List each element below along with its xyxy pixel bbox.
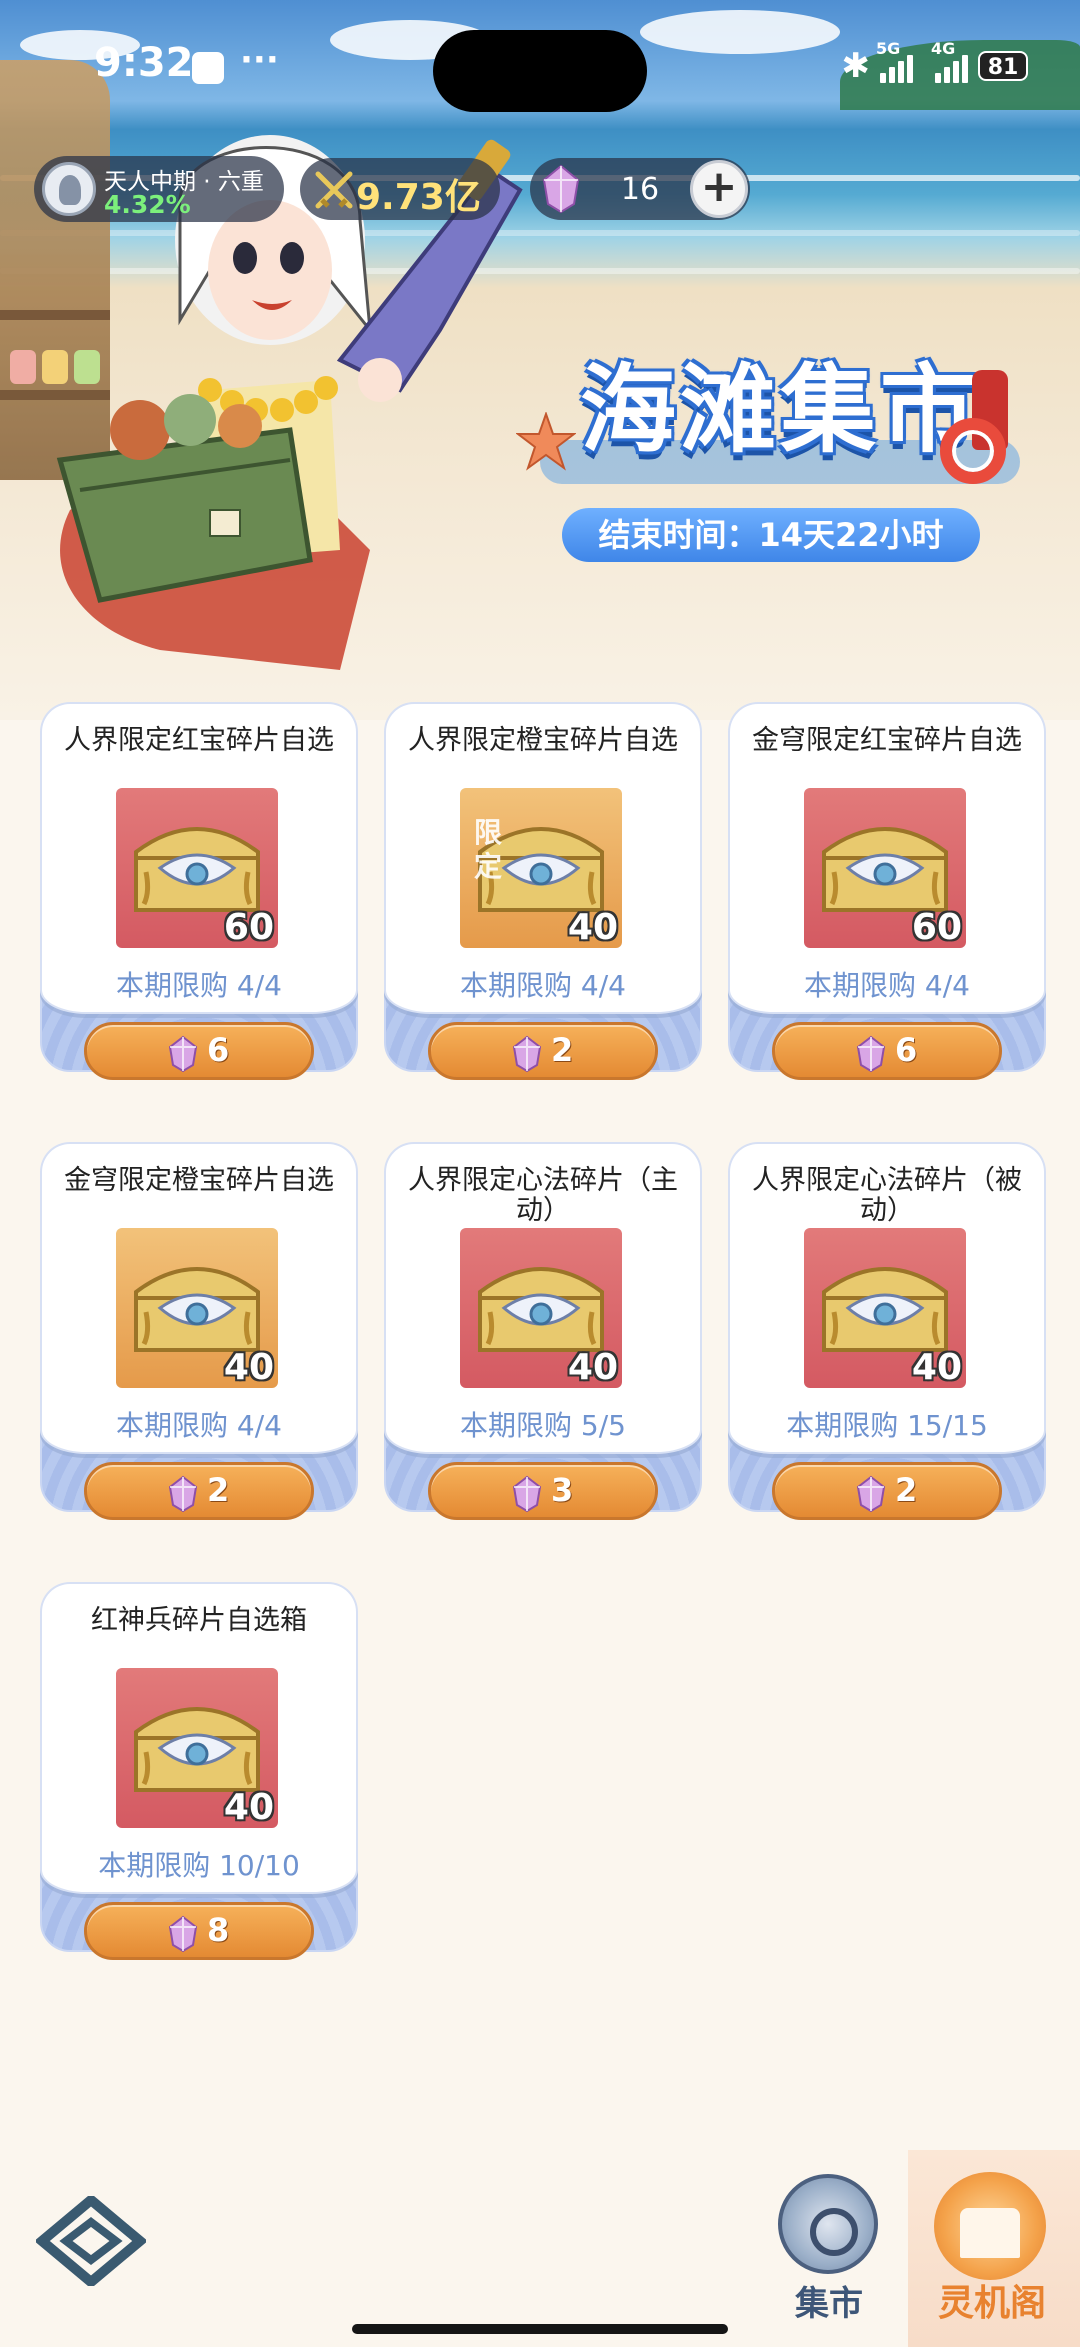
crossed-swords-icon	[315, 171, 353, 209]
shop-item-card[interactable]: 人界限定红宝碎片自选 60 本期限购 4/4 6	[40, 702, 358, 1082]
buy-button[interactable]: 2	[772, 1462, 1002, 1520]
item-title: 金穹限定橙宝碎片自选	[64, 1165, 334, 1196]
lifebuoy-icon	[940, 418, 1006, 484]
item-title: 人界限定红宝碎片自选	[64, 725, 334, 756]
bluetooth-icon: ✱	[841, 46, 871, 86]
shop-item-card[interactable]: 人界限定心法碎片（主动） 40 本期限购 5/5 3	[384, 1142, 702, 1522]
spirit-crystal-icon	[856, 1475, 886, 1513]
item-quantity: 40	[223, 1787, 274, 1828]
home-app-icon	[192, 52, 224, 84]
item-title: 人界限定心法碎片（主动）	[408, 1165, 678, 1226]
spirit-crystal-icon	[168, 1915, 198, 1953]
item-quantity: 60	[911, 907, 962, 948]
item-image[interactable]: 40	[116, 1668, 278, 1828]
camera-notch	[433, 30, 647, 112]
buy-button[interactable]: 8	[84, 1902, 314, 1960]
shop-item-card[interactable]: 人界限定心法碎片（被动） 40 本期限购 15/15 2	[728, 1142, 1046, 1522]
item-title: 人界限定心法碎片（被动）	[752, 1165, 1022, 1226]
status-time: 9:32	[94, 40, 194, 86]
item-title: 人界限定橙宝碎片自选	[408, 725, 678, 756]
gem-balance: 16 +	[530, 158, 750, 220]
home-indicator[interactable]	[352, 2324, 728, 2334]
treasure-chest-icon	[134, 827, 260, 912]
item-price: 6	[207, 1031, 230, 1069]
purchase-limit: 本期限购 4/4	[460, 969, 626, 1002]
limited-tag: 限定	[474, 816, 503, 883]
spirit-crystal-icon	[512, 1475, 542, 1513]
starfish-icon	[516, 412, 576, 471]
purchase-limit: 本期限购 15/15	[786, 1409, 988, 1442]
spirit-crystal-icon	[168, 1475, 198, 1513]
buy-button[interactable]: 6	[84, 1022, 314, 1080]
item-image[interactable]: 60	[116, 788, 278, 948]
item-quantity: 40	[567, 907, 618, 948]
purchase-limit: 本期限购 10/10	[98, 1849, 300, 1882]
nav-lingji-label: 灵机阁	[937, 2283, 1046, 2324]
realm-emblem-icon	[42, 162, 96, 216]
item-price: 2	[207, 1471, 230, 1509]
signal-5g-label: 5G	[876, 39, 901, 58]
item-title: 红神兵碎片自选箱	[91, 1605, 307, 1636]
treasure-chest-icon	[822, 827, 948, 912]
treasure-chest-icon	[134, 1707, 260, 1792]
nav-market-tab[interactable]: 集市	[774, 2168, 884, 2324]
spirit-crystal-icon	[856, 1035, 886, 1073]
item-title: 金穹限定红宝碎片自选	[752, 725, 1022, 756]
combat-power-badge[interactable]: 9.73亿	[300, 158, 500, 220]
item-price: 2	[895, 1471, 918, 1509]
nav-lingji-tab[interactable]: 灵机阁	[908, 2150, 1080, 2347]
event-title: 海滩集市	[580, 354, 980, 466]
status-more-icon: ···	[240, 40, 279, 80]
shop-item-card[interactable]: 金穹限定橙宝碎片自选 40 本期限购 4/4 2	[40, 1142, 358, 1522]
item-image[interactable]: 60	[804, 788, 966, 948]
spirit-crystal-icon	[512, 1035, 542, 1073]
realm-badge[interactable]: 天人中期 · 六重 4.32%	[34, 156, 284, 222]
combat-power-value: 9.73亿	[356, 177, 481, 218]
purchase-limit: 本期限购 5/5	[460, 1409, 626, 1442]
item-price: 6	[895, 1031, 918, 1069]
treasure-chest-icon	[134, 1267, 260, 1352]
buy-button[interactable]: 2	[84, 1462, 314, 1520]
item-quantity: 40	[911, 1347, 962, 1388]
shop-item-card[interactable]: 红神兵碎片自选箱 40 本期限购 10/10 8	[40, 1582, 358, 1962]
shop-item-card[interactable]: 金穹限定红宝碎片自选 60 本期限购 4/4 6	[728, 702, 1046, 1082]
buy-button[interactable]: 6	[772, 1022, 1002, 1080]
purchase-limit: 本期限购 4/4	[116, 969, 282, 1002]
back-button[interactable]	[36, 2196, 146, 2286]
purchase-limit: 本期限购 4/4	[116, 1409, 282, 1442]
item-quantity: 40	[567, 1347, 618, 1388]
item-image[interactable]: 40	[116, 1228, 278, 1388]
treasure-chest-icon	[822, 1267, 948, 1352]
spirit-crystal-icon	[542, 164, 580, 214]
signal-5g-icon: 5G	[876, 39, 913, 83]
market-icon	[778, 2174, 878, 2274]
item-image[interactable]: 40	[460, 1228, 622, 1388]
signal-4g-icon: 4G	[931, 39, 968, 83]
purchase-limit: 本期限购 4/4	[804, 969, 970, 1002]
status-bar: 9:32 ··· ✱ 5G 4G 81	[0, 0, 1080, 130]
nav-market-label: 集市	[795, 2284, 863, 2324]
item-price: 2	[551, 1031, 574, 1069]
item-price: 3	[551, 1471, 574, 1509]
battery-indicator: 81	[978, 51, 1028, 81]
item-image[interactable]: 限定 40	[460, 788, 622, 948]
event-end-time: 结束时间：14天22小时	[562, 508, 980, 562]
buy-button[interactable]: 2	[428, 1022, 658, 1080]
realm-progress: 4.32%	[104, 190, 191, 219]
signal-4g-label: 4G	[931, 39, 956, 58]
item-quantity: 60	[223, 907, 274, 948]
item-price: 8	[207, 1911, 230, 1949]
treasure-chest-icon	[478, 1267, 604, 1352]
item-image[interactable]: 40	[804, 1228, 966, 1388]
buy-button[interactable]: 3	[428, 1462, 658, 1520]
spirit-crystal-icon	[168, 1035, 198, 1073]
pavilion-icon	[934, 2172, 1046, 2280]
item-quantity: 40	[223, 1347, 274, 1388]
shop-item-card[interactable]: 人界限定橙宝碎片自选 限定 40 本期限购 4/4 2	[384, 702, 702, 1082]
add-gems-button[interactable]: +	[690, 160, 748, 218]
gem-count: 16	[620, 172, 660, 207]
status-indicators: ✱ 5G 4G 81	[841, 39, 1028, 86]
